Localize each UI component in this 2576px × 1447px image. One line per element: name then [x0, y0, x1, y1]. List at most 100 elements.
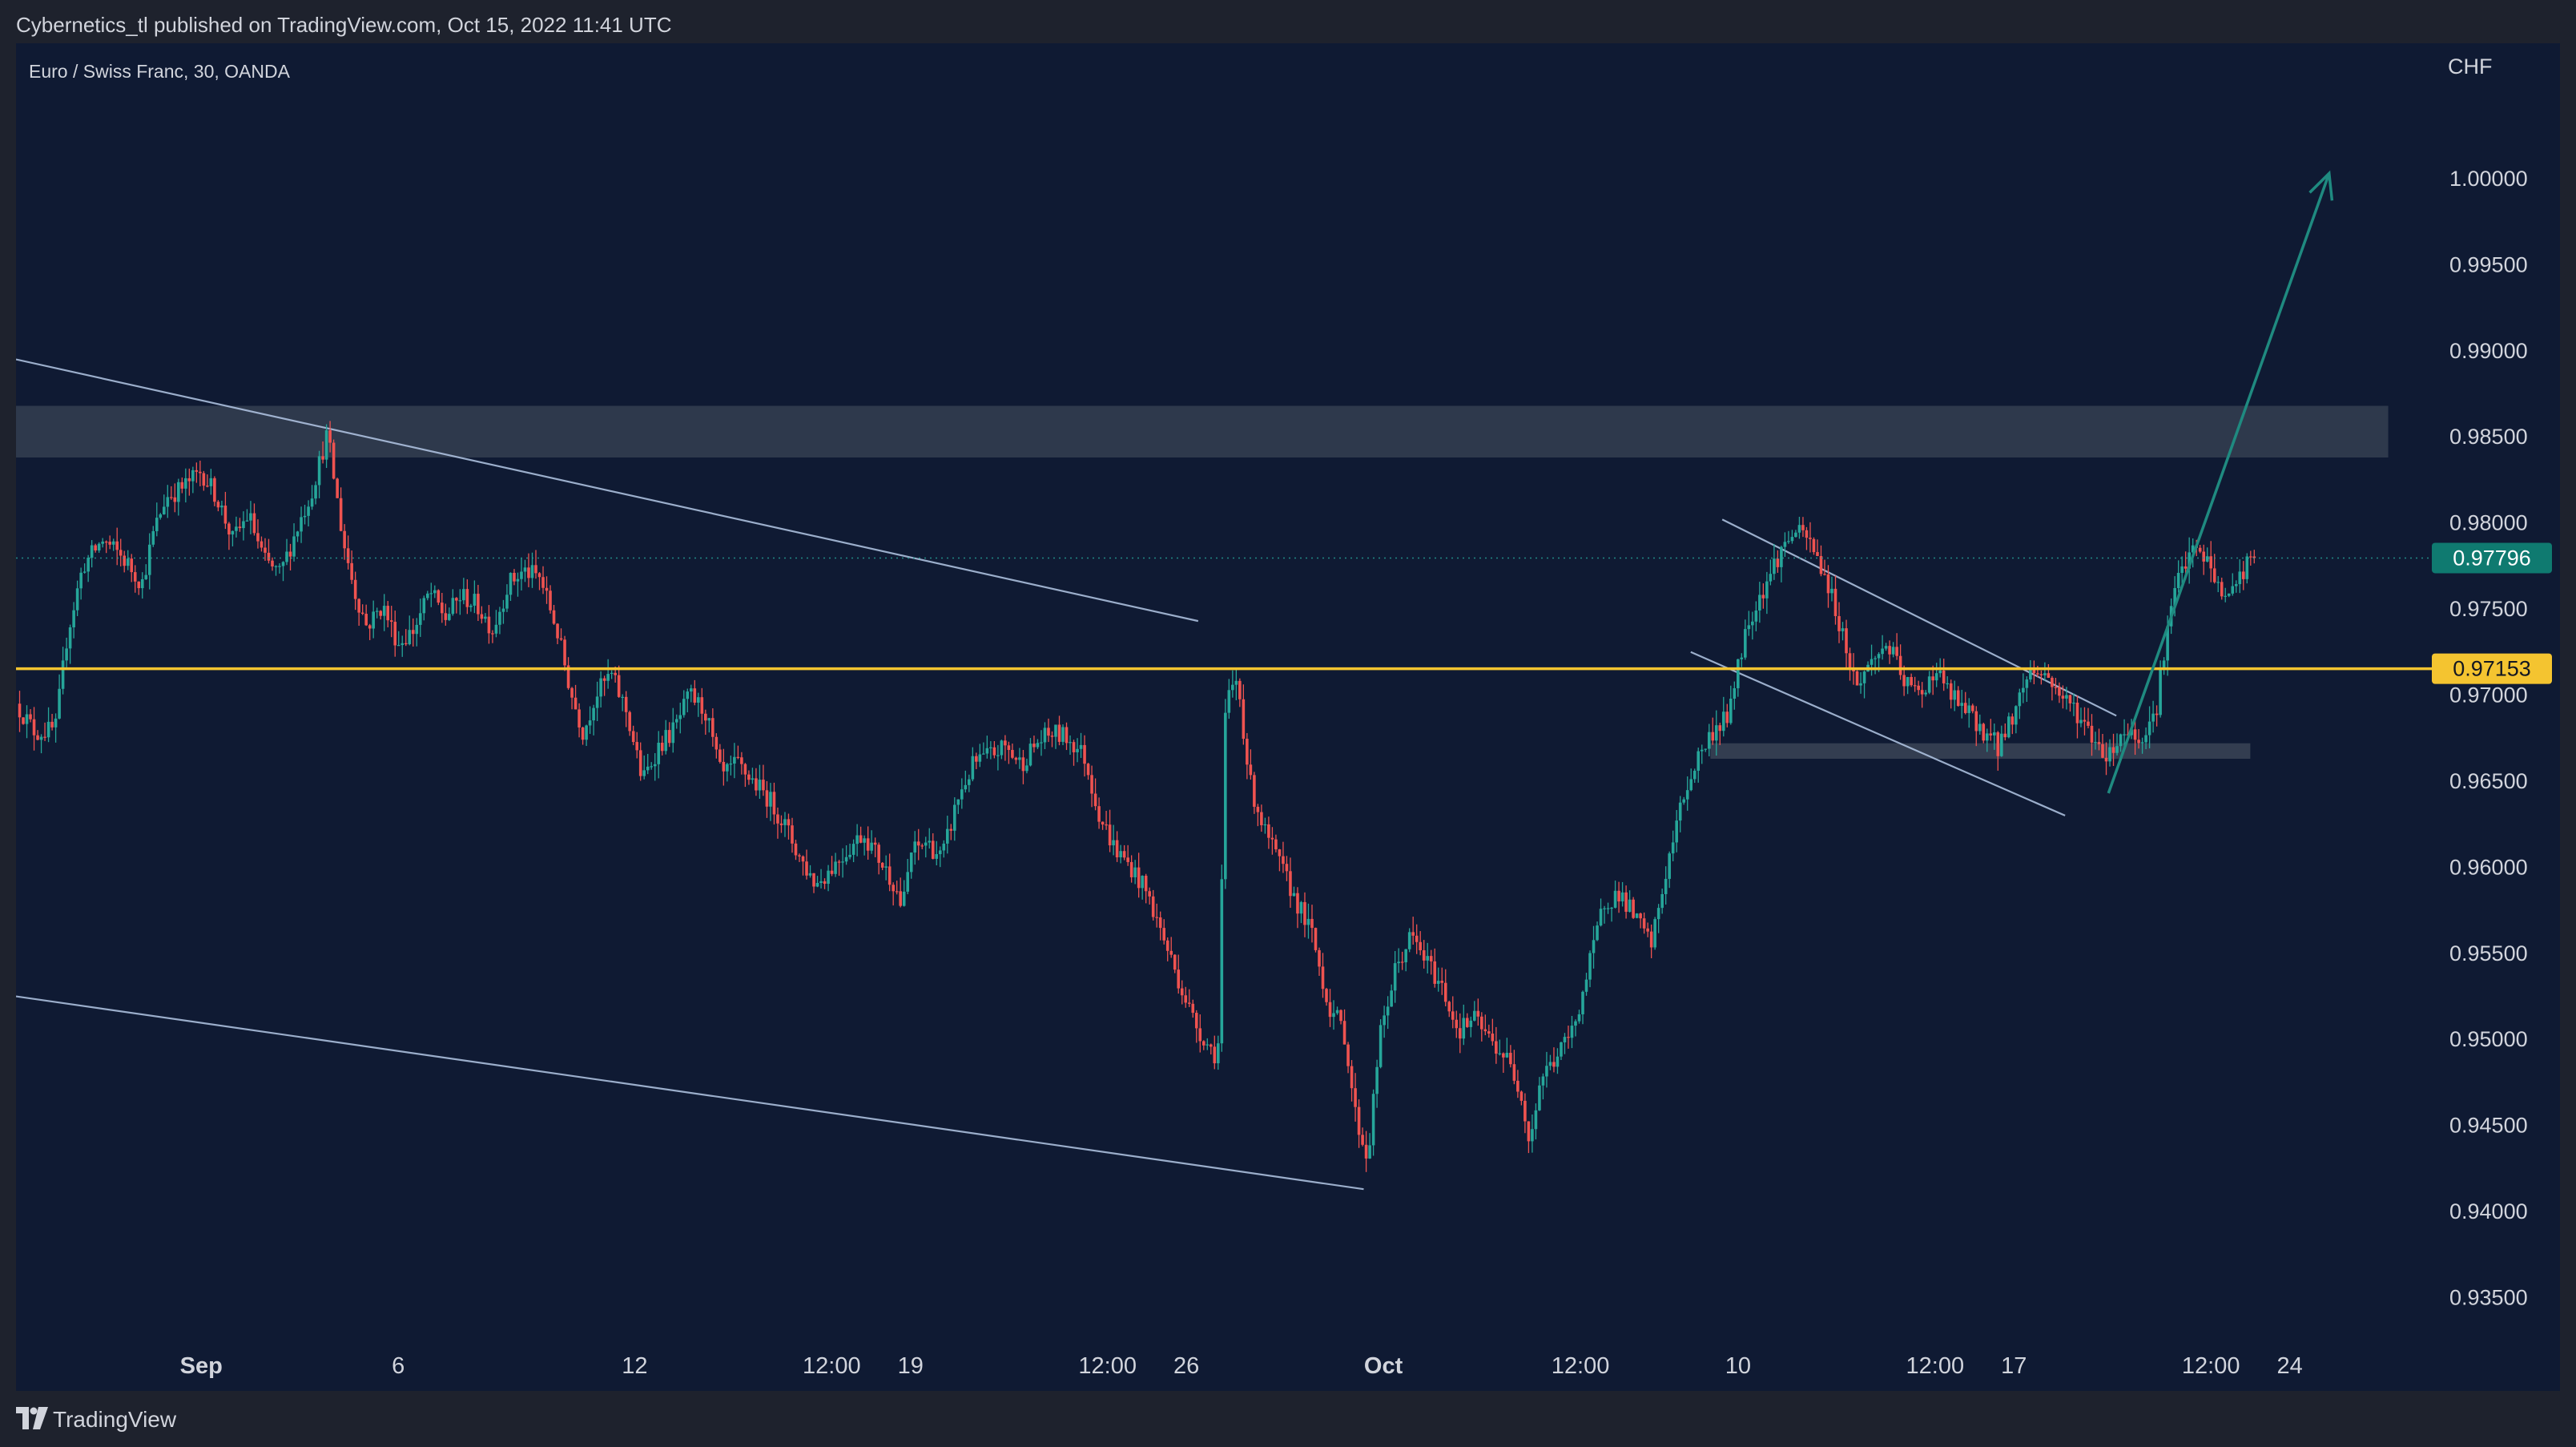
- candle-body: [1314, 928, 1318, 950]
- candle-body: [1047, 728, 1050, 736]
- candle-body: [945, 828, 949, 844]
- candle-body: [187, 478, 191, 482]
- candle-body: [578, 709, 581, 728]
- candle-body: [2212, 568, 2216, 582]
- candle-body: [1054, 724, 1057, 737]
- candle-body: [812, 873, 815, 887]
- candle-body: [1480, 1016, 1483, 1030]
- candle-body: [895, 891, 899, 893]
- candle-body: [1989, 733, 1993, 736]
- candle-body: [1076, 748, 1079, 752]
- candle-body: [1141, 876, 1144, 889]
- candle-body: [1895, 647, 1898, 656]
- candle-body: [2198, 547, 2202, 552]
- candle-body: [133, 572, 137, 582]
- candle-body: [260, 541, 264, 548]
- candle-body: [177, 482, 180, 502]
- candle-body: [1581, 991, 1584, 1014]
- candle-body: [285, 551, 288, 562]
- candle-body: [1671, 842, 1675, 854]
- candle-body: [1278, 849, 1282, 857]
- candle-body: [1855, 671, 1859, 686]
- candle-body: [1697, 751, 1701, 771]
- candle-body: [1809, 538, 1812, 539]
- candle-body: [628, 711, 631, 732]
- candle-body: [1443, 982, 1447, 1002]
- candle-body: [1992, 732, 1996, 736]
- candle-body: [1776, 558, 1780, 567]
- candle-body: [1538, 1085, 1541, 1110]
- candle-body: [1194, 1013, 1198, 1029]
- candle-body: [1534, 1110, 1538, 1130]
- candle-body: [491, 633, 494, 635]
- candle-body: [1588, 953, 1592, 980]
- candle-body: [1119, 851, 1122, 858]
- candle-body: [638, 750, 642, 776]
- candle-body: [527, 567, 530, 578]
- candle-body: [855, 835, 859, 844]
- candle-body: [249, 513, 252, 521]
- candle-body: [1346, 1044, 1350, 1066]
- candle-body: [501, 608, 505, 612]
- candle-body: [1920, 690, 1924, 695]
- candle-body: [1021, 757, 1025, 772]
- candle-body: [1270, 837, 1274, 840]
- candle-body: [22, 717, 25, 724]
- candle-body: [1404, 949, 1407, 963]
- candle-body: [220, 506, 223, 508]
- candle-body: [469, 605, 473, 607]
- x-tick-label: Sep: [180, 1353, 223, 1379]
- candle-body: [429, 593, 433, 595]
- y-tick-label: 0.94000: [2449, 1199, 2528, 1223]
- candle-body: [2097, 742, 2101, 744]
- candle-body: [300, 517, 303, 532]
- x-tick-label: 12:00: [1552, 1353, 1610, 1379]
- candle-body: [324, 430, 328, 460]
- candle-body: [1617, 890, 1620, 902]
- candle-body: [956, 799, 960, 805]
- candle-body: [75, 588, 79, 611]
- candle-body: [541, 577, 545, 588]
- candle-body: [1246, 739, 1249, 765]
- candle-body: [2227, 593, 2231, 596]
- candle-body: [321, 456, 324, 460]
- candle-body: [2104, 757, 2108, 762]
- price-chart[interactable]: CHF 1.00000 0.99500 0.99000 0.98500 0.98000 0.…: [16, 43, 2560, 1391]
- candle-body: [982, 753, 985, 755]
- candle-body: [2137, 740, 2140, 744]
- candle-body: [1577, 1014, 1581, 1022]
- candle-body: [660, 743, 664, 752]
- candle-body: [621, 696, 624, 699]
- candle-body: [971, 756, 975, 780]
- candle-body: [494, 624, 498, 634]
- candle-body: [935, 854, 939, 859]
- candle-body: [1433, 961, 1437, 984]
- candle-body: [441, 603, 444, 614]
- candle-body: [1205, 1044, 1210, 1046]
- candle-body: [498, 611, 501, 625]
- candle-body: [1151, 896, 1155, 917]
- candle-body: [2075, 702, 2079, 724]
- candle-body: [2087, 721, 2090, 726]
- candle-body: [1693, 770, 1697, 780]
- candle-body: [130, 558, 134, 573]
- candle-body: [711, 718, 714, 737]
- candle-body: [360, 612, 364, 615]
- candle-body: [2101, 744, 2104, 758]
- chart-panel[interactable]: CHF 1.00000 0.99500 0.99000 0.98500 0.98000 0.…: [16, 43, 2560, 1391]
- candle-body: [1357, 1106, 1361, 1135]
- candle-body: [448, 614, 451, 620]
- candle-body: [505, 595, 509, 609]
- candle-body: [437, 590, 441, 603]
- candle-body: [1924, 692, 1927, 695]
- candle-body: [1458, 1028, 1462, 1039]
- candle-body: [101, 541, 104, 544]
- candle-body: [372, 611, 375, 629]
- candle-body: [1411, 932, 1415, 936]
- candle-body: [1910, 676, 1913, 686]
- candle-body: [223, 506, 227, 524]
- candle-body: [1678, 802, 1682, 821]
- candle-body: [458, 600, 462, 602]
- candle-body: [1354, 1088, 1357, 1107]
- candle-body: [1642, 918, 1646, 929]
